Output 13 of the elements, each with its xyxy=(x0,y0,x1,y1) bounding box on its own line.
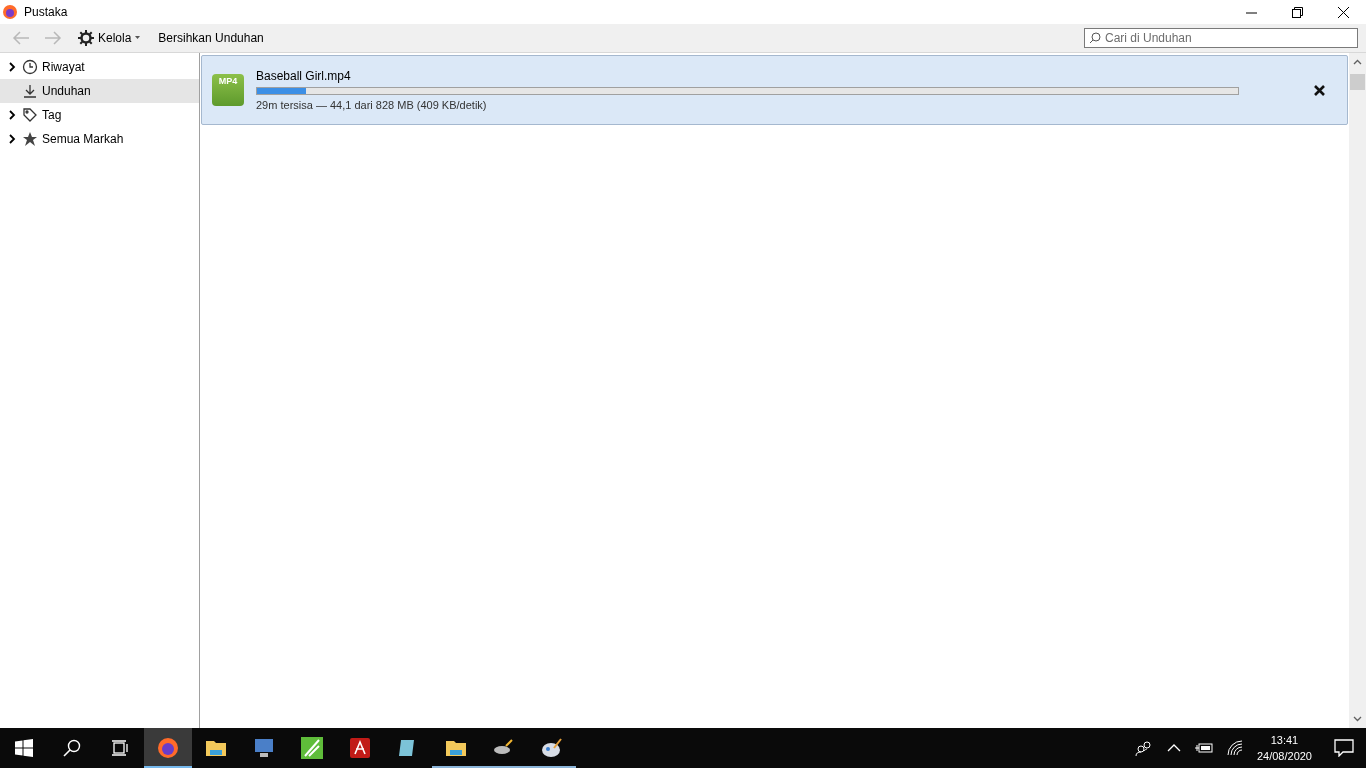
window-title: Pustaka xyxy=(24,5,69,19)
sidebar-item[interactable]: Unduhan xyxy=(0,79,199,103)
download-item[interactable]: MP4 Baseball Girl.mp4 29m tersisa — 44,1 dari 828 MB (409 KB/detik) xyxy=(201,55,1348,125)
clear-downloads-button[interactable]: Bersihkan Unduhan xyxy=(152,29,270,47)
clock[interactable]: 13:41 24/08/2020 xyxy=(1256,732,1312,764)
sidebar-item[interactable]: Tag xyxy=(0,103,199,127)
manage-button[interactable]: Kelola xyxy=(72,28,147,48)
file-name: Baseball Girl.mp4 xyxy=(256,69,352,83)
search-field[interactable]: Cari di Unduhan xyxy=(1084,28,1358,48)
download-status: 29m tersisa — 44,1 dari 828 MB (409 KB/detik) xyxy=(256,99,488,111)
video-file-icon: MP4 xyxy=(212,74,244,106)
sidebar-item[interactable]: Semua Markah xyxy=(0,127,199,151)
sidebar-item[interactable]: Riwayat xyxy=(0,55,199,79)
